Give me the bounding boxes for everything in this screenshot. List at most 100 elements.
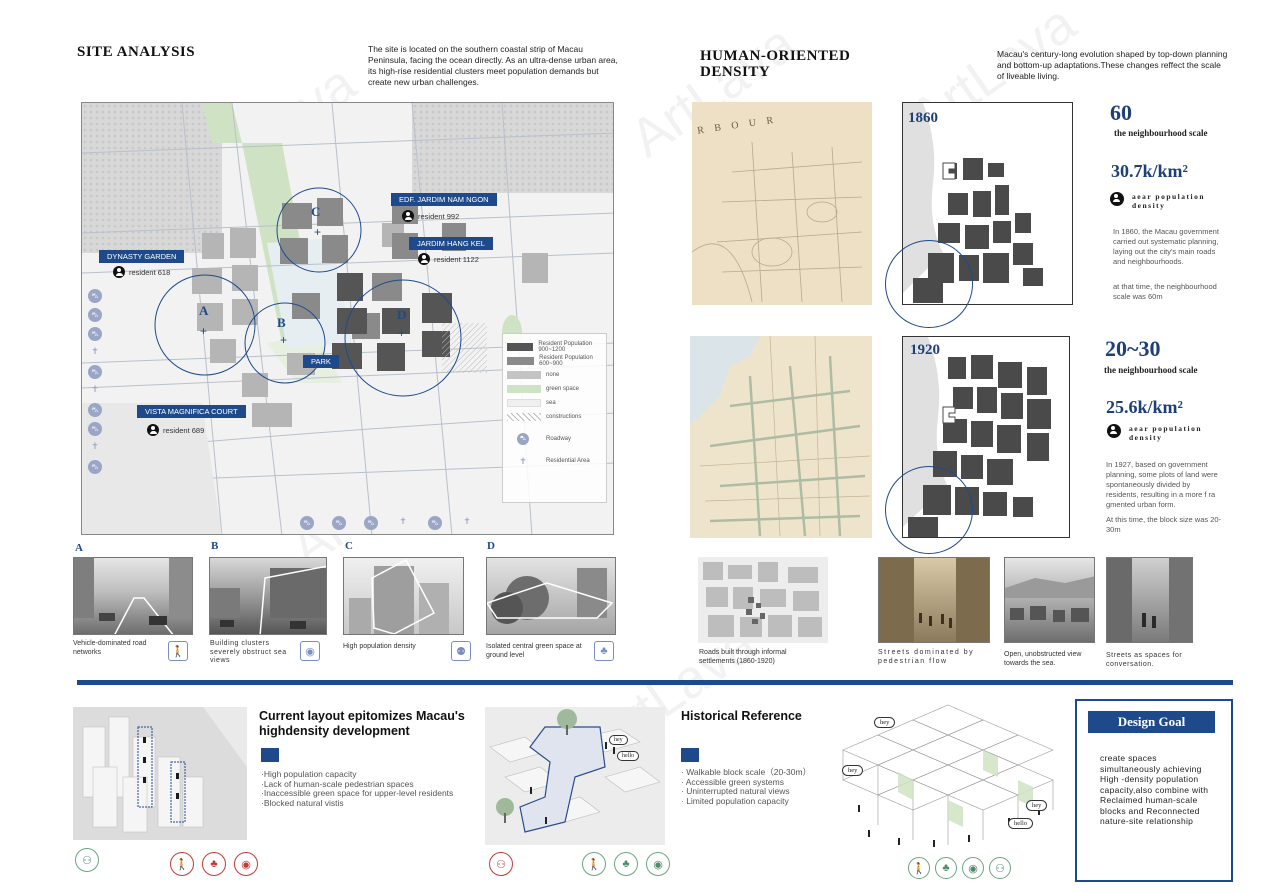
- speech-bubble: hey: [609, 735, 628, 745]
- design-goal-text: create spaces simultaneously achieving H…: [1100, 753, 1209, 826]
- legend-item: ⛍ Roadway: [507, 432, 602, 446]
- speech-bubble: hello: [1008, 818, 1033, 829]
- photo-caption-d: Isolated central green space at ground l…: [486, 643, 582, 659]
- scale-label-1920: the neighbourhood scale: [1104, 365, 1198, 375]
- car-icon: ⛍: [88, 327, 102, 341]
- photo-buildings: [209, 557, 327, 635]
- density-caption-4: Streets as spaces for conversation.: [1106, 652, 1183, 668]
- scale-number-1860: 60: [1110, 100, 1132, 125]
- site-map: + + + + A B C D EDF. JARDIM NAM NGON res…: [81, 102, 614, 535]
- desc-1860-a: In 1860, the Macau government carried ou…: [1113, 227, 1219, 266]
- current-layout-title: Current layout epitomizes Macau's highde…: [259, 709, 465, 738]
- pedestrian-icon: 🚶: [170, 852, 194, 876]
- scale-number-1920: 20~30: [1105, 336, 1161, 361]
- year-label-1920: 1920: [910, 342, 940, 358]
- density-caption-1: Roads built through informal settlements…: [699, 649, 787, 665]
- map-icon-row: ⛍ ⛍ ⛍ ✝ ⛍ ✝: [300, 516, 474, 530]
- tree-icon: ♣: [614, 852, 638, 876]
- car-icon: ⛍: [332, 516, 346, 530]
- eye-icon: ◉: [646, 852, 670, 876]
- person-icon: [1110, 192, 1124, 206]
- car-icon: ⛍: [300, 516, 314, 530]
- population-1860: 30.7k/km²: [1111, 161, 1188, 181]
- historical-drawing: [489, 709, 661, 833]
- pedestrian-icon: 🚶: [168, 641, 188, 661]
- person-icon: [1107, 424, 1121, 438]
- current-layout-list: ·High population capacity ·Lack of human…: [261, 769, 454, 808]
- photo-caption-a: Vehicle-dominated road networks: [73, 640, 147, 656]
- design-goal-illustration: hey hey hey hello: [838, 700, 1063, 850]
- design-goal-box: Design Goal create spaces simultaneously…: [1075, 699, 1233, 882]
- resident-count: resident 1122: [418, 253, 479, 265]
- person-icon: [402, 210, 414, 222]
- legend-swatch: [507, 413, 541, 421]
- resident-count: resident 618: [113, 266, 170, 278]
- pedestrian-street-drawing: [879, 558, 989, 642]
- svg-text:+: +: [314, 225, 321, 239]
- density-intro: Macau's century-long evolution shaped by…: [997, 49, 1228, 81]
- legend-item: Resident Population 600~900: [507, 354, 602, 368]
- circle-label-c: C: [311, 204, 321, 219]
- person-marker-icon: ✝: [91, 384, 99, 394]
- person-icon: [113, 266, 125, 278]
- current-layout-illustration: [73, 707, 247, 840]
- photo-letter-a: A: [75, 542, 83, 554]
- historical-illustration: hey hello: [485, 707, 665, 845]
- historical-title: Historical Reference: [681, 709, 802, 723]
- desc-1920-b: At this time, the block size was 20-30m: [1106, 515, 1222, 534]
- circle-label-a: A: [199, 303, 209, 318]
- car-icon: ⛍: [88, 460, 102, 474]
- pop-label-1860: aear population density: [1132, 192, 1205, 210]
- svg-text:+: +: [200, 324, 207, 338]
- photo-letter-d: D: [487, 540, 495, 552]
- place-label-hang-kel: JARDIM HANG KEL: [409, 237, 493, 250]
- car-icon: ⛍: [88, 308, 102, 322]
- legend-swatch: [507, 343, 534, 351]
- historical-icons: ⚇: [489, 852, 513, 876]
- tree-icon: ♣: [594, 641, 614, 661]
- speech-bubble: hello: [617, 751, 639, 761]
- person-icon: [418, 253, 430, 265]
- map-icon-column: ⛍ ⛍ ⛍ ✝ ⛍ ✝ ⛍ ⛍ ✝ ⛍: [88, 289, 102, 474]
- legend-swatch: [507, 385, 541, 393]
- speech-bubble: hey: [874, 717, 896, 728]
- resident-count: resident 689: [147, 424, 204, 436]
- conversation-drawing: [1107, 558, 1192, 642]
- photo-caption-b: Building clusters severely obstruct sea …: [210, 640, 287, 664]
- circle-label-b: B: [277, 315, 286, 330]
- person-marker-icon: ✝: [399, 516, 407, 526]
- person-marker-icon: ✝: [519, 455, 527, 466]
- circle-label-d: D: [397, 307, 407, 322]
- highrise-photo-drawing: [349, 558, 449, 634]
- photo-letter-b: B: [211, 540, 219, 552]
- car-icon: ⛍: [88, 403, 102, 417]
- photo-green: [486, 557, 616, 635]
- pedestrian-icon: 🚶: [582, 852, 606, 876]
- tree-icon: ♣: [202, 852, 226, 876]
- legend-swatch: [507, 357, 535, 365]
- pop-label-row: aear population density: [1110, 192, 1224, 210]
- crowd-icon: ⚇: [989, 857, 1011, 879]
- current-icons: ⚇: [75, 848, 99, 872]
- pop-label-row: aear population density: [1107, 424, 1221, 442]
- crowd-icon: ⚉: [451, 641, 471, 661]
- place-label-nam-ngon: EDF. JARDIM NAM NGON: [391, 193, 497, 206]
- place-label-vista-magnifica: VISTA MAGNIFICA COURT: [137, 405, 246, 418]
- historical-icons-green: 🚶 ♣ ◉: [582, 852, 670, 876]
- legend-item: ✝ Residential Area: [507, 454, 602, 468]
- car-icon: ⛍: [88, 422, 102, 436]
- pedestrian-icon: 🚶: [908, 857, 930, 879]
- desc-1920-a: In 1927, based on government planning, s…: [1106, 460, 1218, 509]
- legend-item: constructions: [507, 410, 602, 424]
- person-icon: [147, 424, 159, 436]
- person-marker-icon: ✝: [91, 346, 99, 356]
- person-marker-icon: ✝: [91, 441, 99, 451]
- density-caption-3: Open, unobstructed view towards the sea.: [1004, 651, 1082, 667]
- site-intro: The site is located on the southern coas…: [368, 44, 618, 87]
- informal-roads-drawing: [703, 562, 822, 637]
- photo-caption-c: High population density: [343, 643, 416, 650]
- svg-text:+: +: [280, 333, 287, 347]
- photo-letter-c: C: [345, 540, 353, 552]
- accent-square: [261, 748, 279, 762]
- eye-icon: ◉: [300, 641, 320, 661]
